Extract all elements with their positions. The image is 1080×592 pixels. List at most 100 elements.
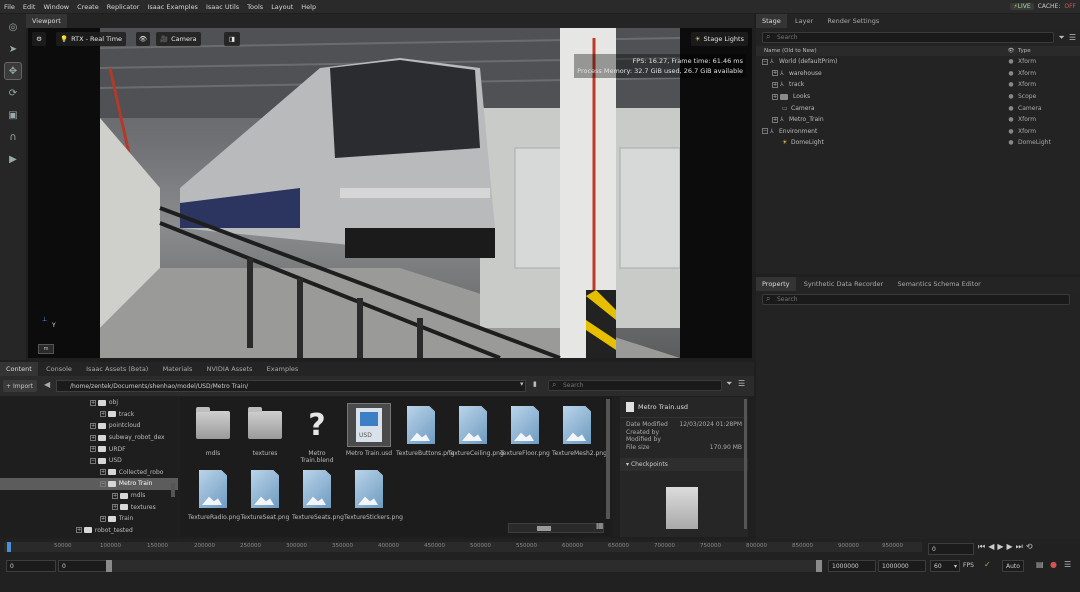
grid-item-texture-radio[interactable]: TextureRadio.png	[188, 467, 240, 521]
step-back-icon[interactable]: ◀	[988, 542, 994, 552]
tab-stage[interactable]: Stage	[756, 14, 787, 28]
tree-item-robot-tested[interactable]: + robot_tested	[0, 525, 178, 537]
expand-icon[interactable]: +	[100, 411, 106, 418]
stage-search-input[interactable]: Search	[762, 32, 1055, 43]
live-toggle[interactable]: ⚡LIVE	[1010, 3, 1034, 10]
range-slider[interactable]	[106, 560, 822, 572]
expand-icon[interactable]: +	[772, 81, 778, 88]
stage-row-warehouse[interactable]: + ⅄ warehouse ● Xform	[756, 68, 1080, 80]
tab-synthetic-data-recorder[interactable]: Synthetic Data Recorder	[798, 277, 889, 291]
details-scrollbar[interactable]	[744, 399, 747, 529]
menu-edit[interactable]: Edit	[19, 3, 40, 11]
range-start-field[interactable]: 0	[58, 560, 108, 572]
stage-lights-button[interactable]: ☀ Stage Lights	[690, 32, 748, 46]
col-name[interactable]: Name (Old to New)	[756, 48, 1004, 54]
grid-item-texture-mesh2[interactable]: TextureMesh2.png	[552, 403, 607, 457]
tab-isaac-assets[interactable]: Isaac Assets (Beta)	[80, 362, 154, 376]
grid-item-usd[interactable]: USD Metro Train.usd	[344, 403, 394, 457]
back-arrow-icon[interactable]: ◀	[44, 380, 50, 389]
tab-materials[interactable]: Materials	[157, 362, 199, 376]
menu-icon[interactable]: ☰	[1069, 33, 1076, 42]
grid-item-texture-buttons[interactable]: TextureButtons.png	[396, 403, 455, 457]
tree-item-metro-train[interactable]: − Metro Train	[0, 478, 178, 490]
content-menu-icon[interactable]: ☰	[738, 379, 745, 388]
stage-row-camera[interactable]: ▭ Camera ● Camera	[756, 102, 1080, 114]
tree-item-obj[interactable]: + obj	[0, 397, 178, 409]
tree-item-subway-robot[interactable]: + subway_robot_dex	[0, 432, 178, 444]
expand-icon[interactable]: +	[772, 116, 778, 123]
cache-state[interactable]: OFF	[1064, 3, 1076, 10]
visibility-icon[interactable]: ●	[1004, 58, 1018, 65]
expand-icon[interactable]: +	[76, 527, 82, 534]
range-end-field[interactable]: 1000000	[828, 560, 876, 572]
bookmark-icon[interactable]: ▮	[533, 380, 537, 388]
stage-row-looks[interactable]: + Looks ● Scope	[756, 91, 1080, 103]
stage-row-world[interactable]: − ⅄ World (defaultPrim) ● Xform	[756, 56, 1080, 68]
pointer-tool-icon[interactable]: ➤	[4, 40, 22, 58]
camera-button[interactable]: 🎥 Camera	[156, 32, 201, 46]
range-handle-left[interactable]	[106, 560, 112, 572]
tree-item-usd[interactable]: − USD	[0, 455, 178, 467]
expand-icon[interactable]: +	[90, 434, 96, 441]
move-tool-icon[interactable]: ✥	[4, 62, 22, 80]
menu-isaac-examples[interactable]: Isaac Examples	[143, 3, 202, 11]
tab-property[interactable]: Property	[756, 277, 796, 291]
visibility-icon[interactable]: ●	[1004, 139, 1018, 146]
tree-item-track[interactable]: + track	[0, 409, 178, 421]
skip-end-icon[interactable]: ⏭	[1016, 542, 1023, 552]
fps-select[interactable]: 60 ▾	[930, 560, 960, 572]
visibility-icon[interactable]: ●	[1004, 128, 1018, 135]
expand-icon[interactable]: +	[112, 504, 118, 511]
stage-row-environment[interactable]: − ⅄ Environment ● Xform	[756, 126, 1080, 138]
tab-console[interactable]: Console	[40, 362, 78, 376]
col-type[interactable]: Type	[1018, 48, 1080, 54]
grid-scrollbar[interactable]	[606, 399, 610, 519]
tab-render-settings[interactable]: Render Settings	[821, 14, 885, 28]
visibility-icon[interactable]: ●	[1004, 93, 1018, 100]
start-frame-field[interactable]: 0	[6, 560, 56, 572]
tab-layer[interactable]: Layer	[789, 14, 819, 28]
stage-row-metro-train[interactable]: + ⅄ Metro_Train ● Xform	[756, 114, 1080, 126]
tab-content[interactable]: Content	[0, 362, 38, 376]
expand-icon[interactable]: +	[90, 399, 96, 406]
units-badge[interactable]: m	[38, 344, 54, 354]
timeline-menu-icon[interactable]: ☰	[1064, 560, 1071, 569]
step-forward-icon[interactable]: ▶	[1007, 542, 1013, 552]
visibility-icon[interactable]: ●	[1004, 81, 1018, 88]
expand-icon[interactable]: +	[112, 492, 118, 499]
tree-scrollbar[interactable]	[171, 483, 175, 497]
content-filter-icon[interactable]: ⏷	[726, 379, 732, 389]
grid-view-icon[interactable]: ▦	[596, 521, 604, 530]
slider-handle[interactable]	[537, 526, 551, 531]
expand-icon[interactable]: +	[772, 70, 778, 77]
renderer-button[interactable]: 💡 RTX - Real Time	[56, 32, 127, 46]
play-icon[interactable]: ▶	[997, 542, 1003, 552]
grid-item-texture-stickers[interactable]: TextureStickers.png	[344, 467, 403, 521]
visibility-icon[interactable]: ●	[1004, 105, 1018, 112]
end-frame-field[interactable]: 1000000	[878, 560, 926, 572]
tree-item-train[interactable]: + Train	[0, 513, 178, 525]
grid-item-texture-floor[interactable]: TextureFloor.png	[500, 403, 550, 457]
path-dropdown-icon[interactable]: ▾	[520, 380, 524, 388]
range-handle-right[interactable]	[816, 560, 822, 572]
record-icon[interactable]: ●	[1050, 560, 1057, 569]
collapse-icon[interactable]: −	[762, 128, 768, 135]
viewport-settings-icon[interactable]: ⚙	[32, 32, 46, 46]
loop-icon[interactable]: ⟲	[1026, 542, 1033, 552]
grid-item-texture-ceiling[interactable]: TextureCeiling.png	[448, 403, 504, 457]
visibility-icon[interactable]: ●	[1004, 116, 1018, 123]
select-tool-icon[interactable]: ◎	[4, 18, 22, 36]
grid-item-mdls[interactable]: mdls	[188, 403, 238, 457]
rotate-tool-icon[interactable]: ⟳	[4, 84, 22, 102]
property-search-input[interactable]: Search	[762, 294, 1070, 305]
skip-start-icon[interactable]: ⏮	[978, 542, 985, 552]
collapse-icon[interactable]: −	[762, 58, 768, 65]
expand-icon[interactable]: +	[100, 515, 106, 522]
keyframe-icon[interactable]: ▤	[1036, 560, 1044, 569]
filter-icon[interactable]: ⏷	[1058, 33, 1064, 43]
content-search-input[interactable]: Search	[548, 380, 722, 391]
stage-row-domelight[interactable]: ☀ DomeLight ● DomeLight	[756, 137, 1080, 149]
expand-icon[interactable]: +	[90, 446, 96, 453]
expand-icon[interactable]: +	[772, 93, 778, 100]
grid-item-texture-seat[interactable]: TextureSeat.png	[240, 467, 290, 521]
